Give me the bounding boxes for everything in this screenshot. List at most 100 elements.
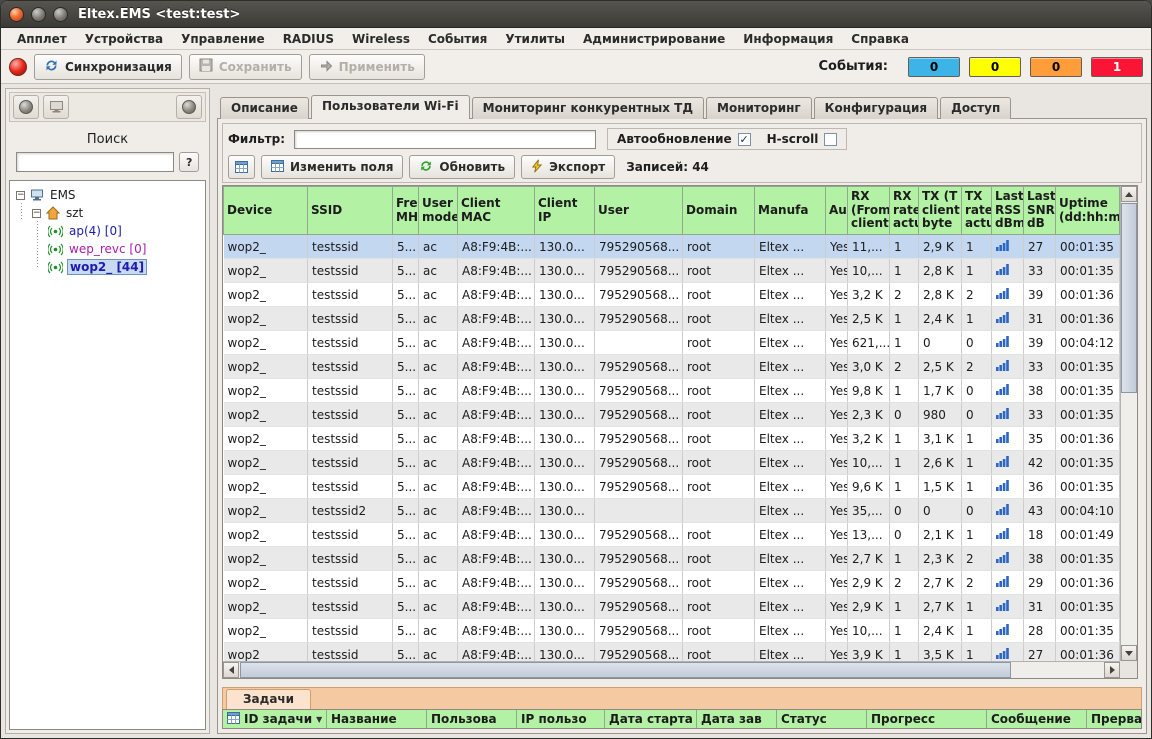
table-cell[interactable]: ac [419,259,458,283]
table-row[interactable]: wop2_testssid5...acA8:F9:4B:...130.0...7… [224,523,1120,547]
column-header[interactable]: ClientMAC [458,187,535,235]
search-help-button[interactable]: ? [179,152,199,172]
table-cell[interactable]: ac [419,547,458,571]
table-cell[interactable]: 00:01:49 [1056,523,1120,547]
tree-node-wep-revc-0[interactable]: wep_revc [0] [12,240,203,258]
tasks-column-header[interactable]: Статус [777,710,867,728]
window-minimize-button[interactable] [31,7,46,22]
table-row[interactable]: wop2_testssid5...acA8:F9:4B:...130.0...7… [224,571,1120,595]
table-cell[interactable]: 1 [890,331,919,355]
hscroll-checkbox[interactable]: H-scroll [767,132,838,146]
tab-description[interactable]: Описание [220,97,309,119]
table-cell[interactable]: 0 [890,523,919,547]
table-cell[interactable]: 130.0... [535,331,595,355]
rssi-cell[interactable] [992,547,1024,571]
table-cell[interactable]: Eltex ... [755,499,826,523]
table-cell[interactable]: 5... [393,571,419,595]
table-cell[interactable]: 2 [890,283,919,307]
table-cell[interactable]: 3,2 K [848,283,890,307]
column-header[interactable]: TXrateactu [962,187,992,235]
table-cell[interactable]: 0 [962,379,992,403]
table-cell[interactable]: root [683,331,755,355]
table-row[interactable]: wop2_testssid5...acA8:F9:4B:...130.0...7… [224,379,1120,403]
column-header[interactable]: Manufa [755,187,826,235]
table-cell[interactable]: wop2_ [224,547,308,571]
table-cell[interactable]: 5... [393,451,419,475]
table-cell[interactable]: testssid [308,547,393,571]
table-cell[interactable]: 31 [1024,595,1056,619]
table-cell[interactable]: 1 [962,619,992,643]
table-cell[interactable]: testssid [308,259,393,283]
table-row[interactable]: wop2_testssid5...acA8:F9:4B:...130.0...7… [224,259,1120,283]
table-cell[interactable]: Eltex ... [755,451,826,475]
table-cell[interactable]: 5... [393,547,419,571]
event-counter-major[interactable]: 0 [1030,57,1082,77]
column-header[interactable]: RXrateactu [890,187,919,235]
table-cell[interactable]: 0 [890,499,919,523]
table-cell[interactable]: A8:F9:4B:... [458,595,535,619]
table-cell[interactable]: wop2_ [224,643,308,662]
table-row[interactable]: wop2_testssid5...acA8:F9:4B:...130.0...7… [224,547,1120,571]
menu-item[interactable]: Справка [843,30,917,48]
vertical-scrollbar-thumb[interactable] [1121,203,1137,393]
table-cell[interactable]: 5... [393,427,419,451]
table-cell[interactable]: root [683,283,755,307]
table-cell[interactable]: wop2_ [224,475,308,499]
tree-refresh-button[interactable] [176,95,202,119]
table-cell[interactable]: wop2_ [224,235,308,259]
table-row[interactable]: wop2_testssid5...acA8:F9:4B:...130.0...r… [224,331,1120,355]
table-cell[interactable]: 130.0... [535,379,595,403]
table-cell[interactable]: 2 [890,571,919,595]
table-cell[interactable]: testssid [308,379,393,403]
table-cell[interactable]: 5... [393,475,419,499]
scroll-right-button[interactable] [1104,662,1120,678]
table-cell[interactable]: A8:F9:4B:... [458,427,535,451]
menu-item[interactable]: Устройства [77,30,171,48]
table-cell[interactable]: root [683,427,755,451]
table-cell[interactable]: 980 [919,403,962,427]
table-cell[interactable]: A8:F9:4B:... [458,307,535,331]
table-cell[interactable]: root [683,355,755,379]
table-row[interactable]: wop2_testssid5...acA8:F9:4B:...130.0...7… [224,307,1120,331]
table-cell[interactable]: Eltex ... [755,403,826,427]
table-cell[interactable]: 3,9 K [848,643,890,662]
table-cell[interactable]: root [683,643,755,662]
table-cell[interactable]: 00:01:35 [1056,451,1120,475]
tab-monitoring[interactable]: Мониторинг [706,97,812,119]
table-cell[interactable]: Yes [826,451,848,475]
table-cell[interactable]: 1 [890,427,919,451]
table-row[interactable]: wop2_testssid5...acA8:F9:4B:...130.0...7… [224,355,1120,379]
table-cell[interactable]: 00:01:35 [1056,595,1120,619]
rssi-cell[interactable] [992,451,1024,475]
table-cell[interactable]: 1 [962,427,992,451]
table-cell[interactable]: root [683,307,755,331]
table-cell[interactable]: 39 [1024,283,1056,307]
table-cell[interactable]: testssid [308,619,393,643]
table-cell[interactable]: 00:01:36 [1056,643,1120,662]
table-cell[interactable]: ac [419,427,458,451]
table-cell[interactable]: Eltex ... [755,427,826,451]
table-cell[interactable]: 1 [890,259,919,283]
event-counter-warning[interactable]: 0 [969,57,1021,77]
table-cell[interactable]: wop2_ [224,451,308,475]
table-cell[interactable]: ac [419,379,458,403]
table-cell[interactable]: 130.0... [535,283,595,307]
menu-item[interactable]: Утилиты [497,30,573,48]
rssi-cell[interactable] [992,283,1024,307]
table-cell[interactable]: 33 [1024,355,1056,379]
table-cell[interactable]: 1 [962,643,992,662]
table-cell[interactable]: 5... [393,523,419,547]
table-cell[interactable]: 43 [1024,499,1056,523]
rssi-cell[interactable] [992,379,1024,403]
table-cell[interactable]: Yes [826,259,848,283]
table-cell[interactable]: Eltex ... [755,595,826,619]
table-cell[interactable]: ac [419,307,458,331]
table-cell[interactable]: 2 [962,283,992,307]
rssi-cell[interactable] [992,475,1024,499]
table-cell[interactable]: 130.0... [535,499,595,523]
table-row[interactable]: wop2_testssid5...acA8:F9:4B:...130.0...7… [224,595,1120,619]
tree-connect-button[interactable] [13,95,39,119]
tab-rogue-ap-monitoring[interactable]: Мониторинг конкурентных ТД [472,97,704,119]
table-cell[interactable]: 18 [1024,523,1056,547]
table-cell[interactable]: 29 [1024,571,1056,595]
